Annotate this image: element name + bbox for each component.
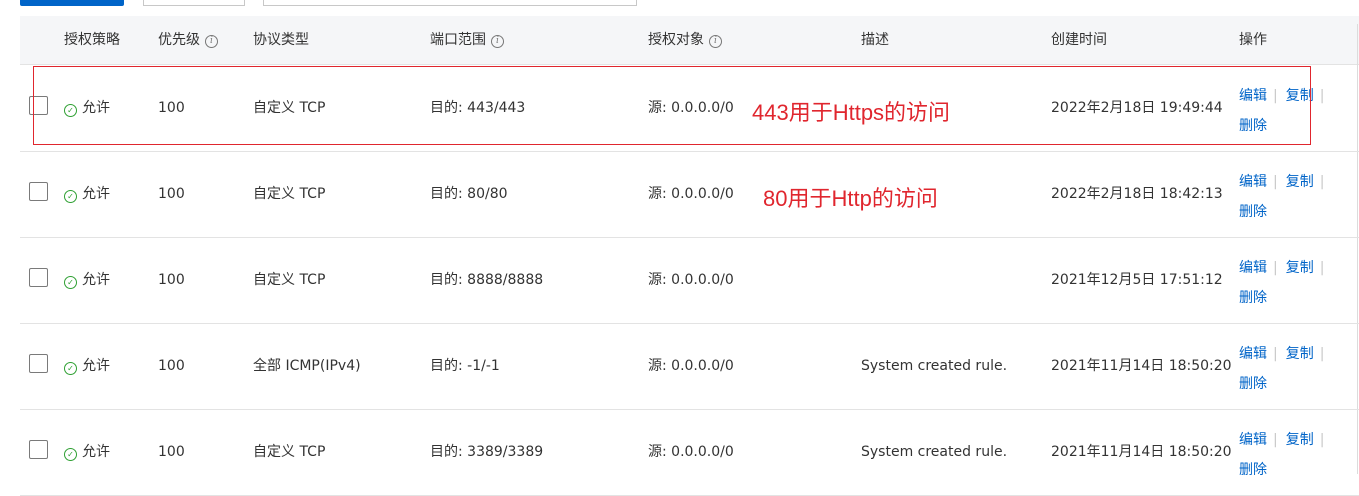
action-separator: | bbox=[1273, 260, 1278, 276]
target-cell: 源: 0.0.0.0/0 bbox=[648, 186, 734, 202]
table-row: ✓ 允许 100 自定义 TCP 目的: 80/80 源: 0.0.0.0/0 2… bbox=[20, 151, 1359, 238]
action-separator: | bbox=[1319, 88, 1325, 104]
policy-cell: ✓ 允许 bbox=[64, 409, 110, 495]
copy-link[interactable]: 复制 bbox=[1286, 432, 1314, 448]
annotation-highlight-box bbox=[33, 66, 1311, 145]
column-header-created: 创建时间 bbox=[1051, 32, 1107, 48]
protocol-cell: 自定义 TCP bbox=[253, 272, 326, 288]
primary-action-button[interactable] bbox=[20, 0, 124, 6]
column-header-description: 描述 bbox=[861, 32, 889, 48]
column-header-priority-label: 优先级 bbox=[158, 32, 200, 48]
column-header-port-label: 端口范围 bbox=[430, 32, 486, 48]
target-cell: 源: 0.0.0.0/0 bbox=[648, 272, 734, 288]
policy-cell: ✓ 允许 bbox=[64, 323, 110, 409]
column-header-target: 授权对象 i bbox=[648, 16, 722, 64]
column-header-protocol: 协议类型 bbox=[253, 32, 309, 48]
check-circle-icon: ✓ bbox=[64, 448, 77, 461]
column-header-priority: 优先级 i bbox=[158, 16, 218, 64]
policy-value: 允许 bbox=[82, 358, 110, 374]
policy-value: 允许 bbox=[82, 444, 110, 460]
action-separator: | bbox=[1319, 260, 1325, 276]
action-separator: | bbox=[1319, 432, 1325, 448]
check-circle-icon: ✓ bbox=[64, 362, 77, 375]
info-circle-icon[interactable]: i bbox=[709, 35, 722, 48]
policy-cell: ✓ 允许 bbox=[64, 237, 110, 323]
copy-link[interactable]: 复制 bbox=[1286, 174, 1314, 190]
edit-link[interactable]: 编辑 bbox=[1239, 346, 1267, 362]
copy-link[interactable]: 复制 bbox=[1286, 346, 1314, 362]
action-separator: | bbox=[1319, 174, 1325, 190]
column-header-operations: 操作 bbox=[1239, 32, 1267, 48]
table-row: ✓ 允许 100 全部 ICMP(IPv4) 目的: -1/-1 源: 0.0.0… bbox=[20, 323, 1359, 410]
priority-cell: 100 bbox=[158, 358, 185, 374]
priority-cell: 100 bbox=[158, 272, 185, 288]
created-cell: 2021年11月14日 18:50:20 bbox=[1051, 444, 1232, 460]
port-cell: 目的: -1/-1 bbox=[430, 358, 500, 374]
delete-link[interactable]: 删除 bbox=[1239, 204, 1267, 220]
copy-link[interactable]: 复制 bbox=[1286, 260, 1314, 276]
column-header-policy: 授权策略 bbox=[64, 32, 120, 48]
secondary-action-button[interactable] bbox=[143, 0, 245, 6]
row-actions: 编辑 | 复制 | 删除 bbox=[1239, 425, 1349, 485]
edit-link[interactable]: 编辑 bbox=[1239, 432, 1267, 448]
protocol-cell: 全部 ICMP(IPv4) bbox=[253, 358, 361, 374]
policy-cell: ✓ 允许 bbox=[64, 151, 110, 237]
row-checkbox[interactable] bbox=[29, 440, 48, 459]
policy-value: 允许 bbox=[82, 272, 110, 288]
protocol-cell: 自定义 TCP bbox=[253, 444, 326, 460]
column-header-port: 端口范围 i bbox=[430, 16, 504, 64]
search-input[interactable] bbox=[263, 0, 637, 6]
edit-link[interactable]: 编辑 bbox=[1239, 174, 1267, 190]
priority-cell: 100 bbox=[158, 444, 185, 460]
created-cell: 2021年11月14日 18:50:20 bbox=[1051, 358, 1232, 374]
info-circle-icon[interactable]: i bbox=[205, 35, 218, 48]
row-actions: 编辑 | 复制 | 删除 bbox=[1239, 167, 1349, 227]
policy-value: 允许 bbox=[82, 186, 110, 202]
port-cell: 目的: 8888/8888 bbox=[430, 272, 544, 288]
action-separator: | bbox=[1273, 346, 1278, 362]
toolbar bbox=[0, 0, 1359, 10]
description-cell: System created rule. bbox=[861, 358, 1008, 374]
row-actions: 编辑 | 复制 | 删除 bbox=[1239, 339, 1349, 399]
column-header-target-label: 授权对象 bbox=[648, 32, 704, 48]
edit-link[interactable]: 编辑 bbox=[1239, 260, 1267, 276]
action-separator: | bbox=[1273, 174, 1278, 190]
table-row: ✓ 允许 100 自定义 TCP 目的: 8888/8888 源: 0.0.0.0… bbox=[20, 237, 1359, 324]
row-checkbox[interactable] bbox=[29, 268, 48, 287]
action-separator: | bbox=[1319, 346, 1325, 362]
row-checkbox[interactable] bbox=[29, 354, 48, 373]
priority-cell: 100 bbox=[158, 186, 185, 202]
info-circle-icon[interactable]: i bbox=[491, 35, 504, 48]
check-circle-icon: ✓ bbox=[64, 190, 77, 203]
table-header: 授权策略 优先级 i 协议类型 端口范围 i 授权对象 i 描述 创建时间 操作 bbox=[20, 16, 1359, 65]
created-cell: 2022年2月18日 18:42:13 bbox=[1051, 186, 1223, 202]
row-actions: 编辑 | 复制 | 删除 bbox=[1239, 253, 1349, 313]
delete-link[interactable]: 删除 bbox=[1239, 462, 1267, 478]
annotation-https-note: 443用于Https的访问 bbox=[752, 100, 951, 125]
target-cell: 源: 0.0.0.0/0 bbox=[648, 358, 734, 374]
check-circle-icon: ✓ bbox=[64, 276, 77, 289]
action-separator: | bbox=[1273, 432, 1278, 448]
target-cell: 源: 0.0.0.0/0 bbox=[648, 444, 734, 460]
table-row: ✓ 允许 100 自定义 TCP 目的: 3389/3389 源: 0.0.0.0… bbox=[20, 409, 1359, 496]
protocol-cell: 自定义 TCP bbox=[253, 186, 326, 202]
port-cell: 目的: 80/80 bbox=[430, 186, 508, 202]
delete-link[interactable]: 删除 bbox=[1239, 290, 1267, 306]
description-cell: System created rule. bbox=[861, 444, 1008, 460]
created-cell: 2021年12月5日 17:51:12 bbox=[1051, 272, 1223, 288]
delete-link[interactable]: 删除 bbox=[1239, 376, 1267, 392]
port-cell: 目的: 3389/3389 bbox=[430, 444, 544, 460]
row-checkbox[interactable] bbox=[29, 182, 48, 201]
annotation-http-note: 80用于Http的访问 bbox=[763, 186, 938, 211]
